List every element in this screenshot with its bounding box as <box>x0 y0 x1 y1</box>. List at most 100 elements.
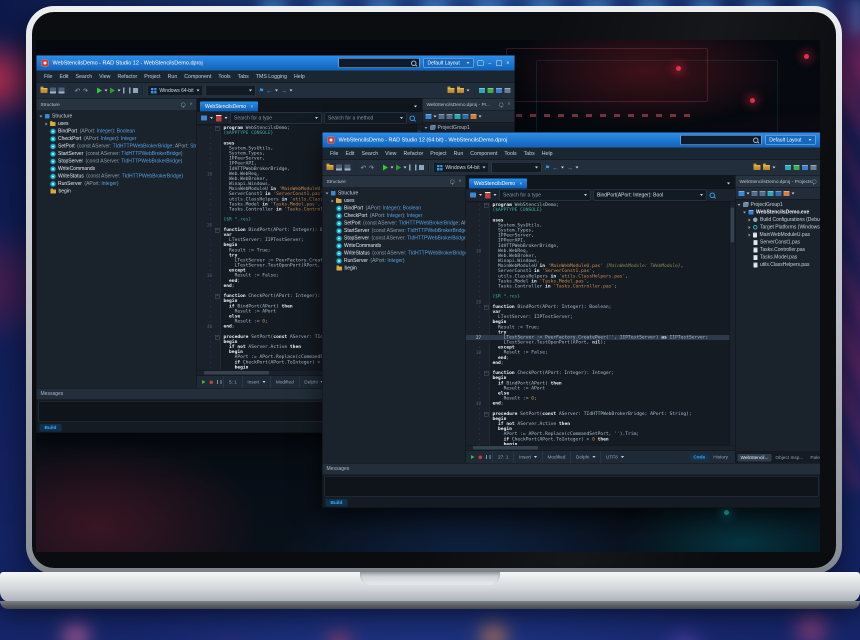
structure-item[interactable]: begin <box>37 188 197 196</box>
run-menu-caret[interactable] <box>390 167 393 169</box>
structure-item[interactable]: begin <box>323 265 466 273</box>
structure-item[interactable]: BindPort(APort: Integer): Boolean <box>37 128 197 136</box>
search-icon[interactable] <box>410 115 416 121</box>
chevron-down-icon[interactable] <box>225 117 228 119</box>
dock-tab-webstencil[interactable]: WebStencil... <box>738 454 772 462</box>
remove-file-icon[interactable] <box>760 191 766 196</box>
open-file-button[interactable] <box>336 165 342 171</box>
project-tree-item[interactable]: WebStencilsDemo.exe <box>736 209 821 217</box>
menu-help[interactable]: Help <box>290 74 308 80</box>
navigate-back-button[interactable]: ← <box>266 87 273 94</box>
remove-file-icon[interactable] <box>447 114 453 119</box>
expander-icon[interactable] <box>743 211 746 213</box>
undo-button[interactable]: ↶ <box>360 164 365 171</box>
editor-vscrollbar[interactable] <box>730 202 736 446</box>
save-button[interactable] <box>345 165 351 171</box>
run-nodebug-caret[interactable] <box>117 90 120 92</box>
tab-close-icon[interactable]: × <box>251 104 254 109</box>
open-project-button[interactable] <box>457 88 464 93</box>
project-tree-item[interactable]: Build Configurations (Debug) <box>736 216 821 224</box>
chevron-down-icon[interactable] <box>479 194 482 196</box>
chevron-down-icon[interactable] <box>494 194 497 196</box>
project-tree-item[interactable]: ProjectGroup1 <box>423 124 515 132</box>
editor-tab-webstencilsdemo[interactable]: WebStencilsDemo× <box>469 179 527 189</box>
menu-project[interactable]: Project <box>427 151 450 157</box>
open-project-caret[interactable] <box>467 90 470 92</box>
structure-item[interactable]: uses <box>323 197 466 205</box>
menu-tms-logging[interactable]: TMS Logging <box>252 74 290 80</box>
new-project-button[interactable] <box>448 88 455 93</box>
bookmarks-icon[interactable] <box>485 192 491 199</box>
encoding-select[interactable]: UTF8 <box>600 451 628 463</box>
expander-icon[interactable] <box>425 127 428 129</box>
sync-editor-icon[interactable] <box>768 191 774 196</box>
navigate-back-button[interactable]: ← <box>552 164 559 171</box>
editor-tab-webstencilsdemo[interactable]: WebStencilsDemo× <box>200 102 258 112</box>
new-items-button[interactable] <box>327 165 334 170</box>
menu-run[interactable]: Run <box>450 151 467 157</box>
build-group-icon[interactable] <box>776 191 782 196</box>
menu-component[interactable]: Component <box>181 74 215 80</box>
close-icon[interactable]: × <box>190 102 193 107</box>
activate-config-icon-caret[interactable] <box>747 193 750 195</box>
tab-list-caret[interactable] <box>414 106 417 108</box>
stop-button[interactable] <box>419 165 424 170</box>
expander-icon[interactable] <box>332 199 334 202</box>
menu-view[interactable]: View <box>382 151 400 157</box>
run-button[interactable] <box>97 88 102 94</box>
build-configuration-select[interactable] <box>206 85 256 96</box>
menu-help[interactable]: Help <box>538 151 556 157</box>
chevron-down-icon[interactable] <box>210 117 213 119</box>
project-tree-item[interactable]: Tasks.Model.pas <box>736 254 821 262</box>
navigate-forward-button[interactable]: → <box>280 87 287 94</box>
menu-tabs[interactable]: Tabs <box>520 151 538 157</box>
structure-item[interactable]: CheckPort(APort: Integer): Integer <box>37 135 197 143</box>
structure-item[interactable]: BindPort(APort: Integer): Boolean <box>323 205 466 213</box>
pause-button[interactable] <box>409 165 417 171</box>
save-layout-icon[interactable] <box>478 60 484 66</box>
dock-tab-objectinsp[interactable]: Object Insp... <box>772 454 806 462</box>
new-items-button[interactable] <box>41 88 48 93</box>
open-project-button[interactable] <box>763 165 770 170</box>
search-type-select[interactable]: Search for a type <box>231 113 322 124</box>
run-without-debugging-button[interactable] <box>110 88 115 94</box>
options-icon-caret[interactable] <box>479 116 482 118</box>
close-button[interactable]: × <box>506 60 509 66</box>
uml-view-icon[interactable] <box>470 193 476 198</box>
window-titlebar[interactable]: WebStencilsDemo - RAD Studio 12 (64 bit)… <box>323 133 821 148</box>
new-folder-icon[interactable] <box>752 191 758 196</box>
deployment-manager-button[interactable] <box>505 88 511 93</box>
project-tree-item[interactable]: Target Platforms (Windows 64-bit) <box>736 224 821 232</box>
navigate-back-caret[interactable] <box>561 167 564 169</box>
deploy-button[interactable] <box>496 88 502 93</box>
ide-window-front[interactable]: WebStencilsDemo - RAD Studio 12 (64 bit)… <box>322 132 820 507</box>
code-editor[interactable]: ·program WebStencilsDemo;·{$APPTYPE CONS… <box>466 202 730 446</box>
menu-search[interactable]: Search <box>72 74 96 80</box>
deployment-manager-button[interactable] <box>811 165 817 170</box>
menu-file[interactable]: File <box>327 151 342 157</box>
new-folder-icon[interactable] <box>439 114 445 119</box>
menu-edit[interactable]: Edit <box>342 151 358 157</box>
stop-button[interactable] <box>133 88 138 93</box>
desktop-layout-select[interactable]: Default Layout <box>765 135 815 145</box>
messages-tab-build[interactable]: Build <box>326 499 348 507</box>
pin-icon[interactable] <box>181 102 186 107</box>
close-icon[interactable]: × <box>508 102 511 107</box>
expander-icon[interactable] <box>749 233 751 236</box>
run-nodebug-caret[interactable] <box>403 167 406 169</box>
menu-refactor[interactable]: Refactor <box>114 74 141 80</box>
tab-list-caret[interactable] <box>727 183 730 185</box>
options-icon[interactable] <box>471 114 477 119</box>
structure-item[interactable]: StartServer(const AServer: TIdHTTPWebBro… <box>37 150 197 158</box>
toggle-form-unit-button[interactable] <box>794 165 800 170</box>
menu-tabs[interactable]: Tabs <box>234 74 252 80</box>
new-project-button[interactable] <box>754 165 761 170</box>
ide-insight-search-input[interactable] <box>338 58 419 68</box>
structure-item[interactable]: SetPort(const AServer: TIdHTTPWebBrokerB… <box>37 143 197 151</box>
editor-hscrollbar[interactable] <box>466 445 735 451</box>
expander-icon[interactable] <box>40 115 43 117</box>
structure-item[interactable]: uses <box>37 120 197 128</box>
close-icon[interactable]: × <box>459 179 462 184</box>
target-platform-select[interactable]: Windows 64-bit <box>433 162 489 173</box>
expander-icon[interactable] <box>738 204 741 206</box>
